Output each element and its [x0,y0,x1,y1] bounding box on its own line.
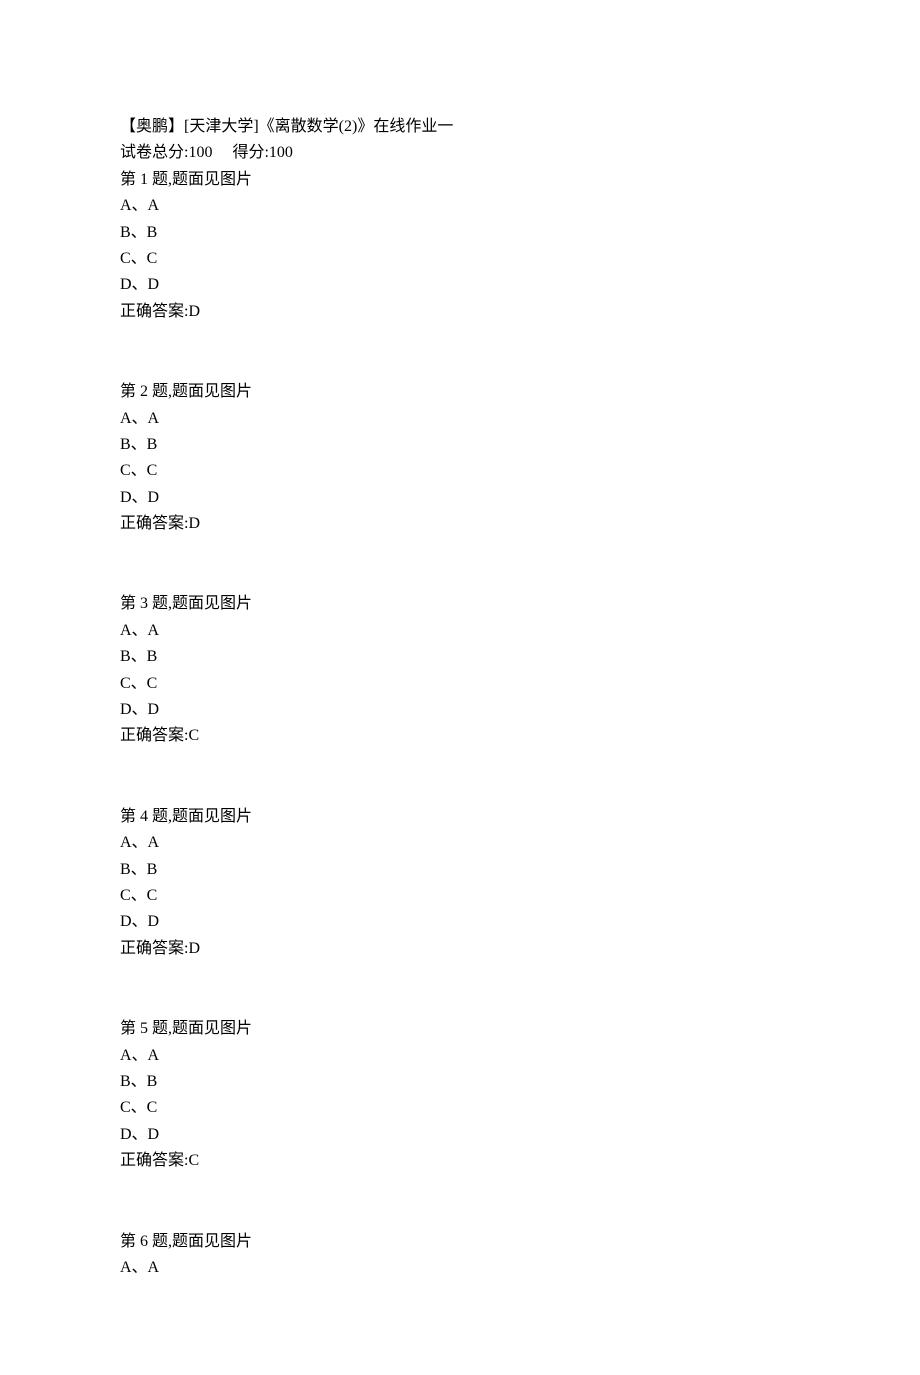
correct-answer: 正确答案:D [120,936,800,962]
correct-answer: 正确答案:D [120,299,800,325]
question-block: 第 2 题,题面见图片 A、A B、B C、C D、D 正确答案:D [120,379,800,537]
option-b: B、B [120,432,800,458]
answer-value: C [188,727,199,744]
option-c: C、C [120,246,800,272]
correct-answer: 正确答案:D [120,511,800,537]
option-d: D、D [120,909,800,935]
question-title: 第 3 题,题面见图片 [120,591,800,617]
answer-prefix: 正确答案: [120,1152,188,1169]
option-d: D、D [120,1122,800,1148]
question-title: 第 5 题,题面见图片 [120,1016,800,1042]
document-header: 【奥鹏】[天津大学]《离散数学(2)》在线作业一 试卷总分:100 得分:100… [120,114,800,325]
option-c: C、C [120,671,800,697]
question-block: 第 3 题,题面见图片 A、A B、B C、C D、D 正确答案:C [120,591,800,749]
option-b: B、B [120,857,800,883]
option-a: A、A [120,618,800,644]
option-a: A、A [120,406,800,432]
answer-prefix: 正确答案: [120,727,188,744]
result-label: 得分: [232,144,268,161]
score-line: 试卷总分:100 得分:100 [120,140,800,166]
option-c: C、C [120,1095,800,1121]
question-block: 第 4 题,题面见图片 A、A B、B C、C D、D 正确答案:D [120,804,800,962]
question-title: 第 6 题,题面见图片 [120,1229,800,1255]
correct-answer: 正确答案:C [120,723,800,749]
option-d: D、D [120,697,800,723]
question-title: 第 4 题,题面见图片 [120,804,800,830]
option-b: B、B [120,644,800,670]
option-d: D、D [120,485,800,511]
option-a: A、A [120,830,800,856]
question-title: 第 2 题,题面见图片 [120,379,800,405]
option-d: D、D [120,272,800,298]
option-c: C、C [120,883,800,909]
answer-value: C [188,1152,199,1169]
option-c: C、C [120,458,800,484]
score-spacer [212,144,232,161]
correct-answer: 正确答案:C [120,1148,800,1174]
option-a: A、A [120,1043,800,1069]
option-a: A、A [120,193,800,219]
answer-prefix: 正确答案: [120,940,188,957]
result-value: 100 [269,144,293,161]
option-a: A、A [120,1255,800,1281]
score-label: 试卷总分: [120,144,188,161]
score-value: 100 [188,144,212,161]
answer-value: D [188,303,200,320]
answer-prefix: 正确答案: [120,303,188,320]
document-title: 【奥鹏】[天津大学]《离散数学(2)》在线作业一 [120,114,800,140]
question-title: 第 1 题,题面见图片 [120,167,800,193]
option-b: B、B [120,1069,800,1095]
answer-prefix: 正确答案: [120,515,188,532]
option-b: B、B [120,220,800,246]
question-block: 第 6 题,题面见图片 A、A [120,1229,800,1282]
answer-value: D [188,515,200,532]
answer-value: D [188,940,200,957]
question-block: 第 5 题,题面见图片 A、A B、B C、C D、D 正确答案:C [120,1016,800,1174]
